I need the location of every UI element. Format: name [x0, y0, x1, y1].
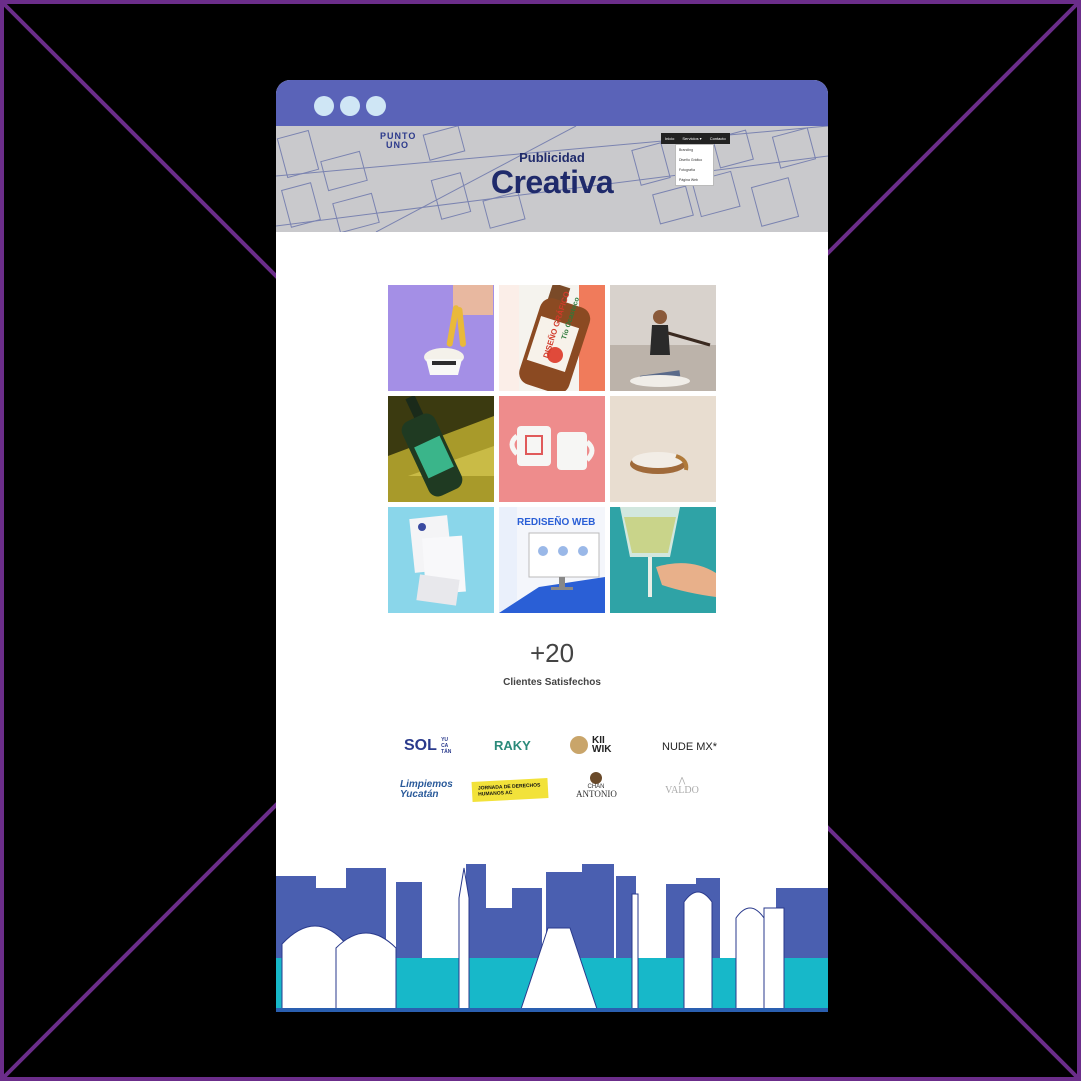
- client-logo-chan-antonio: CHAN ANTONIO: [576, 772, 617, 799]
- portfolio-tile-green-bottle[interactable]: [388, 396, 494, 502]
- client-logo-limpiemos: Limpiemos Yucatán: [400, 779, 453, 800]
- portfolio-tile-mugs[interactable]: [499, 396, 605, 502]
- client-logo-jornada: JORNADA DE DERECHOS HUMANOS AC: [471, 778, 549, 802]
- dropdown-item-diseno[interactable]: Diseño Gráfico: [676, 155, 713, 165]
- window-dot-icon[interactable]: [366, 96, 386, 116]
- nav-item-inicio[interactable]: Inicio: [661, 133, 678, 144]
- browser-window: PUNTO UNO Publicidad Creativa Inicio Ser…: [276, 80, 828, 1012]
- valdo-text: VALDO: [665, 785, 699, 796]
- site-logo[interactable]: PUNTO UNO: [380, 132, 416, 150]
- hero-title: Creativa: [490, 164, 614, 200]
- nav-item-servicios[interactable]: Servicios ▾: [678, 133, 705, 144]
- client-logo-nude: NUDE MX*: [662, 741, 718, 753]
- client-logo-kiiwik: KII WIK: [570, 735, 620, 755]
- client-count-label: Clientes Satisfechos: [503, 677, 601, 688]
- nav-item-contacto[interactable]: Contacto: [706, 133, 730, 144]
- portfolio-tile-bottle[interactable]: DISEÑO GRÁFICO Tío Ocasteco: [499, 285, 605, 391]
- chan-antonio-line-2: ANTONIO: [576, 789, 617, 799]
- portfolio-tile-drink[interactable]: [610, 507, 716, 613]
- dropdown-item-fotografia[interactable]: Fotografía: [676, 165, 713, 175]
- mugs-image: [509, 426, 595, 470]
- portfolio-tile-web-redesign[interactable]: REDISEÑO WEB: [499, 507, 605, 613]
- logo-line-2: UNO: [386, 140, 409, 150]
- client-count: +20: [529, 638, 575, 668]
- cupcake-image: [424, 285, 493, 375]
- tree-icon: [590, 772, 602, 784]
- services-dropdown: Branding Diseño Gráfico Fotografía Págin…: [675, 144, 714, 186]
- client-logo-sol-yucatan: SOL YU CA TÁN: [404, 737, 453, 755]
- portfolio-tile-kitesurf[interactable]: [610, 285, 716, 391]
- hero-banner: PUNTO UNO Publicidad Creativa Inicio Ser…: [276, 126, 828, 232]
- client-logo-raky: RAKY: [494, 738, 531, 753]
- portfolio-tile-cookie[interactable]: [610, 396, 716, 502]
- dropdown-item-branding[interactable]: Branding: [676, 145, 713, 155]
- browser-titlebar: [276, 80, 828, 126]
- sol-yucatan-text: SOL: [404, 737, 437, 755]
- cookie-image: [630, 452, 689, 474]
- dropdown-item-pagina-web[interactable]: Página Web: [676, 175, 713, 185]
- window-dot-icon[interactable]: [314, 96, 334, 116]
- client-logo-valdo: ⋀ VALDO: [664, 776, 700, 796]
- web-redesign-title: REDISEÑO WEB: [517, 517, 596, 528]
- main-nav: Inicio Servicios ▾ Contacto: [661, 133, 730, 144]
- city-skyline-illustration: [276, 864, 828, 1012]
- kiiwik-emblem-icon: [570, 736, 588, 754]
- hero-subtitle: Publicidad: [519, 150, 585, 165]
- window-dot-icon[interactable]: [340, 96, 360, 116]
- portfolio-tile-cupcake[interactable]: [388, 285, 494, 391]
- drink-image: [620, 507, 716, 597]
- kitesurf-image: [610, 310, 716, 391]
- portfolio-tile-stationery[interactable]: [388, 507, 494, 613]
- kiiwik-text: KII WIK: [592, 735, 612, 755]
- stationery-image: [409, 515, 466, 606]
- green-bottle-image: [388, 396, 494, 502]
- sol-yucatan-side: YU CA TÁN: [441, 737, 452, 755]
- portfolio-grid: DISEÑO GRÁFICO Tío Ocasteco REDISEÑO WEB: [388, 285, 716, 613]
- valdo-mark-icon: ⋀: [678, 776, 686, 785]
